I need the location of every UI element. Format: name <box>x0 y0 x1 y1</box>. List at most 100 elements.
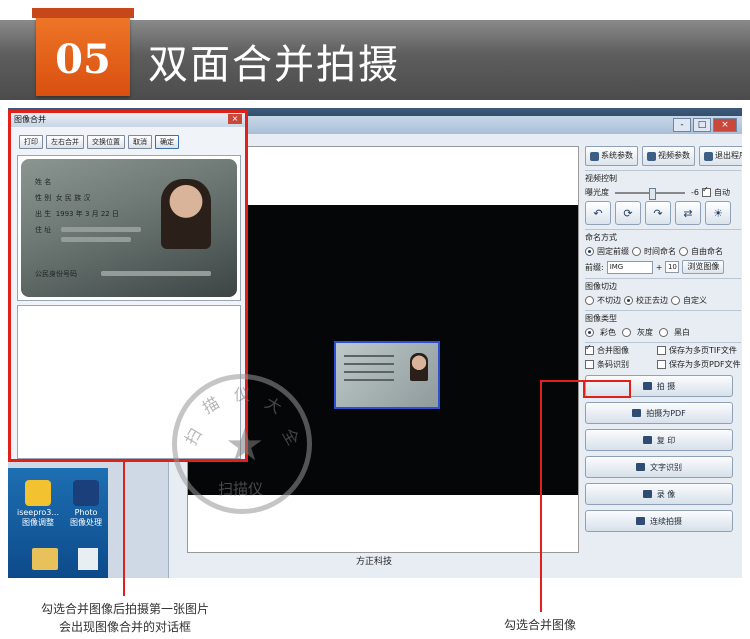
auto-exposure-checkbox[interactable] <box>701 185 711 197</box>
button-label: 录 像 <box>656 489 676 499</box>
id-field-label: 出 生 <box>35 210 52 218</box>
rotate-icon: ⟳ <box>623 206 633 220</box>
video-control-group: 视频控制 曝光度 -6 自动 ↶ ⟳ ↷ ⇄ ☀ <box>585 170 741 225</box>
star-app-icon <box>25 480 51 506</box>
screenshot-area: iseepro3... 图像调整 Photo 图像处理 - □ × 方正科技 系… <box>8 108 742 578</box>
group-label: 命名方式 <box>585 233 617 242</box>
callout-left-line1: 勾选合并图像后拍摄第一张图片 <box>40 602 209 616</box>
radio-label: 彩色 <box>600 328 616 337</box>
record-button[interactable]: 录 像 <box>585 483 733 505</box>
id-field-label: 住 址 <box>35 226 52 234</box>
exit-button[interactable]: 退出程序 <box>699 146 742 166</box>
button-label: 文字识别 <box>650 462 682 472</box>
merge-lr-button[interactable]: 左右合并 <box>46 135 84 149</box>
swap-position-button[interactable]: 交换位置 <box>87 135 125 149</box>
gear-icon <box>590 151 599 161</box>
id-photo <box>410 353 428 381</box>
checkbox-label: 保存为多页TIF文件 <box>669 346 737 355</box>
confirm-button[interactable]: 确定 <box>155 135 179 149</box>
crop-radio-custom[interactable] <box>671 296 680 305</box>
button-label: 连续拍摄 <box>650 516 682 526</box>
action-buttons: 拍 摄 拍摄为PDF 复 印 文字识别 录 像 连续拍摄 <box>585 375 741 532</box>
maximize-button[interactable]: □ <box>693 118 711 132</box>
rotate-button[interactable]: ⟳ <box>615 201 641 225</box>
button-label: 复 印 <box>656 435 676 445</box>
camera-settings-icon <box>647 151 656 161</box>
watermark-inner-text: 扫描仪 <box>218 480 264 498</box>
naming-radio-time[interactable] <box>632 247 641 256</box>
rotate-right-button[interactable]: ↷ <box>645 201 671 225</box>
multi-pdf-checkbox[interactable] <box>657 360 666 369</box>
flip-button[interactable]: ⇄ <box>675 201 701 225</box>
naming-radio-free[interactable] <box>679 247 688 256</box>
print-button[interactable]: 打印 <box>19 135 43 149</box>
callout-line-right-h <box>540 380 584 382</box>
record-icon <box>642 490 652 498</box>
exposure-label: 曝光度 <box>585 188 609 197</box>
browse-images-button[interactable]: 浏览图像 <box>682 260 725 274</box>
merge-image-checkbox[interactable] <box>585 343 594 355</box>
prefix-label: 前缀: <box>585 262 604 272</box>
star-icon: ★ <box>225 420 265 471</box>
multi-tif-checkbox[interactable] <box>657 346 666 355</box>
ocr-icon <box>636 463 645 471</box>
burst-capture-button[interactable]: 连续拍摄 <box>585 510 733 532</box>
prefix-select[interactable]: IMG <box>606 260 653 274</box>
crop-radio-auto[interactable] <box>624 296 633 305</box>
copy-icon <box>642 436 652 444</box>
radio-label: 不切边 <box>597 296 621 305</box>
minimize-button[interactable]: - <box>673 118 691 132</box>
burst-icon <box>636 517 645 525</box>
checkbox-label: 合并图像 <box>597 346 629 355</box>
number-input[interactable]: 10 <box>665 261 680 273</box>
exposure-slider[interactable] <box>615 187 685 200</box>
pdf-icon <box>632 409 642 417</box>
desktop-background: iseepro3... 图像调整 Photo 图像处理 <box>8 468 108 578</box>
radio-label: 自定义 <box>683 296 707 305</box>
button-label: 拍摄为PDF <box>646 408 686 418</box>
callout-line-left <box>123 462 125 596</box>
id-field-label: 姓 名 <box>35 178 52 186</box>
file-icon[interactable] <box>78 548 98 570</box>
cancel-button[interactable]: 取消 <box>128 135 152 149</box>
naming-radio-prefix[interactable] <box>585 247 594 256</box>
header-banner: 05 双面合并拍摄 <box>0 0 750 100</box>
rotate-left-button[interactable]: ↶ <box>585 201 611 225</box>
dialog-toolbar: 打印 左右合并 交换位置 取消 确定 <box>11 127 245 153</box>
brightness-button[interactable]: ☀ <box>705 201 731 225</box>
folder-icon[interactable] <box>32 548 58 570</box>
desktop-icon-sublabel: 图像处理 <box>70 518 102 527</box>
step-ribbon: 05 <box>32 8 134 96</box>
desktop-icon-photo[interactable]: Photo 图像处理 <box>64 480 108 528</box>
crop-radio-none[interactable] <box>585 296 594 305</box>
close-button[interactable]: × <box>713 118 737 132</box>
desktop-icon-iseepro[interactable]: iseepro3... 图像调整 <box>16 480 60 528</box>
desktop-icon-label: Photo <box>74 508 98 517</box>
system-settings-button[interactable]: 系统参数 <box>585 146 638 166</box>
capture-pdf-button[interactable]: 拍摄为PDF <box>585 402 733 424</box>
id-field-value: 1993 年 3 月 22 日 <box>55 210 119 218</box>
top-button-row: 系统参数 视频参数 退出程序 <box>585 146 742 166</box>
exit-icon <box>704 151 713 161</box>
id-field-value: 女 民 族 汉 <box>55 194 91 202</box>
checkbox-label: 保存为多页PDF文件 <box>669 360 741 369</box>
ocr-button[interactable]: 文字识别 <box>585 456 733 478</box>
app-titlebar: - □ × <box>169 116 742 134</box>
auto-label: 自动 <box>713 188 730 197</box>
callout-left: 勾选合并图像后拍摄第一张图片 会出现图像合并的对话框 <box>0 600 250 636</box>
callout-line-right <box>540 380 542 612</box>
control-panel: 系统参数 视频参数 退出程序 视频控制 曝光度 -6 自动 ↶ ⟳ ↷ ⇄ <box>585 146 742 576</box>
copy-button[interactable]: 复 印 <box>585 429 733 451</box>
naming-group: 命名方式 固定前缀 时间命名 自由命名 前缀: IMG + 10 浏览图像 <box>585 229 741 274</box>
button-label: 视频参数 <box>658 151 690 160</box>
rotate-right-icon: ↷ <box>653 206 663 220</box>
type-radio-bw[interactable] <box>659 328 668 337</box>
type-radio-color[interactable] <box>585 328 594 337</box>
video-settings-button[interactable]: 视频参数 <box>642 146 695 166</box>
rotate-left-icon: ↶ <box>593 206 603 220</box>
slider-thumb[interactable] <box>649 187 656 200</box>
dialog-close-button[interactable]: × <box>228 114 242 124</box>
barcode-checkbox[interactable] <box>585 360 594 369</box>
type-radio-gray[interactable] <box>622 328 631 337</box>
image-type-group: 图像类型 彩色 灰度 黑白 <box>585 310 741 338</box>
